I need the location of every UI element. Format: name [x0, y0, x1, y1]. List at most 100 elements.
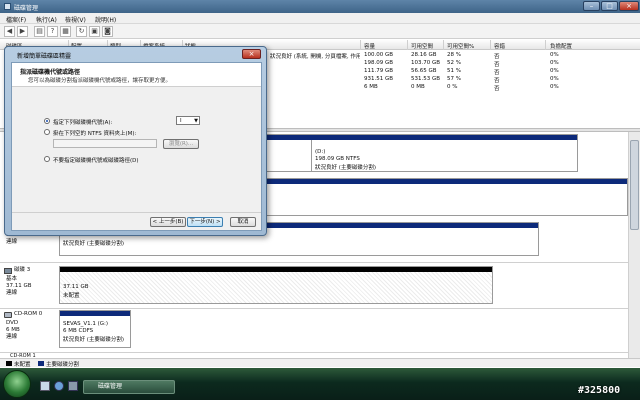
row-pct: 0 %: [447, 84, 458, 90]
row-overhead: 0%: [550, 52, 559, 58]
row-overhead: 0%: [550, 68, 559, 74]
assign-letter-radio[interactable]: [44, 118, 50, 124]
cdrom-icon: [4, 312, 12, 318]
cdrom0-vol-name: SEVAS_V1.1 (G:): [63, 321, 109, 327]
disk3-unallocated[interactable]: 37.11 GB 未配置: [59, 266, 493, 304]
cancel-button[interactable]: 取消: [230, 217, 256, 227]
legend-primary: 主要磁碟分割: [46, 362, 80, 368]
mount-folder-label[interactable]: 掛在下列空的 NTFS 資料夾上(M):: [53, 129, 136, 137]
col-overhead[interactable]: 負擔配置: [550, 42, 572, 50]
legend-bar: 未配置 主要磁碟分割: [0, 358, 640, 368]
row-free: 0 MB: [411, 84, 425, 90]
no-letter-radio[interactable]: [44, 156, 50, 162]
close-button[interactable]: ×: [619, 1, 639, 11]
row-free: 103.70 GB: [411, 60, 441, 66]
taskbar-item-disk-management[interactable]: 磁碟管理: [83, 380, 175, 394]
row-overhead: 0%: [550, 84, 559, 90]
new-simple-volume-wizard: 新增簡單磁碟區精靈 × 指派磁碟機代號或路徑 您可以為磁碟分割指派磁碟機代號或路…: [4, 46, 267, 236]
rescan-icon[interactable]: ▣: [89, 26, 100, 37]
disk2-part-status: 狀況良好 (主要磁碟分割): [63, 241, 125, 247]
next-button[interactable]: 下一步(N) >: [187, 217, 223, 227]
cdrom0-type: DVD: [6, 320, 19, 326]
taskbar-item-label: 磁碟管理: [98, 383, 123, 390]
browse-button[interactable]: 瀏覽(R)...: [163, 139, 199, 149]
disk-icon: [4, 268, 12, 274]
row-free: 531.53 GB: [411, 76, 441, 82]
ie-icon[interactable]: [54, 381, 64, 391]
refresh-icon[interactable]: ↻: [76, 26, 87, 37]
window-titlebar: 磁碟管理 – □ ×: [0, 0, 640, 13]
dialog-subheading: 您可以為磁碟分割指派磁碟機代號或路徑，讓存取更方便。: [28, 78, 172, 84]
cdrom0-label: DVD 6 MB 連線: [6, 320, 56, 341]
console-tree-icon[interactable]: ▤: [34, 26, 45, 37]
row-pct: 57 %: [447, 76, 461, 82]
show-desktop-icon[interactable]: [40, 381, 50, 391]
row-capacity: 198.09 GB: [364, 60, 394, 66]
help-icon[interactable]: ?: [47, 26, 58, 37]
disk3-type: 基本: [6, 276, 18, 282]
forward-icon[interactable]: ▶: [17, 26, 28, 37]
cdrom0-vol-size: 6 MB CDFS: [63, 328, 94, 334]
disk3-size: 37.11 GB: [6, 283, 32, 289]
partition-d-size: 198.09 GB NTFS: [315, 156, 360, 162]
minimize-button[interactable]: –: [583, 1, 600, 11]
row-overhead: 0%: [550, 76, 559, 82]
chevron-down-icon: ▼: [194, 118, 198, 124]
dialog-heading: 指派磁碟機代號或路徑: [20, 69, 81, 76]
drive-letter-value: I: [180, 118, 182, 124]
legend-primary-swatch: [38, 361, 44, 366]
back-icon[interactable]: ◀: [4, 26, 15, 37]
menu-view[interactable]: 檢視(V): [65, 15, 86, 24]
start-button[interactable]: [3, 370, 31, 398]
legend-unallocated: 未配置: [14, 362, 31, 368]
col-fault-tolerance[interactable]: 容錯: [494, 42, 505, 50]
menu-help[interactable]: 說明(H): [95, 15, 116, 24]
menu-file[interactable]: 檔案(F): [6, 15, 26, 24]
cdrom0-size: 6 MB: [6, 327, 20, 333]
disk3-name[interactable]: 磁碟 3: [14, 267, 64, 274]
cdrom0-vol-status: 狀況良好 (主要磁碟分割): [63, 337, 125, 343]
properties-icon[interactable]: ▦: [60, 26, 71, 37]
row-capacity: 100.00 GB: [364, 52, 394, 58]
menu-bar: 檔案(F) 執行(A) 檢視(V) 說明(H): [0, 13, 640, 24]
partition-d[interactable]: (D:) 198.09 GB NTFS 狀況良好 (主要磁碟分割): [311, 140, 577, 171]
dialog-body: 指派磁碟機代號或路徑 您可以為磁碟分割指派磁碟機代號或路徑，讓存取更方便。 指定…: [11, 62, 262, 231]
disk3-part-size: 37.11 GB: [63, 284, 89, 290]
no-letter-label[interactable]: 不要指定磁碟機代號或磁碟路徑(D): [53, 156, 139, 164]
mount-folder-radio[interactable]: [44, 129, 50, 135]
toolbar: ◀ ▶ ▤ ? ▦ ↻ ▣ ◙: [0, 24, 640, 39]
switch-windows-icon[interactable]: [68, 381, 78, 391]
partition-d-status: 狀況良好 (主要磁碟分割): [315, 165, 377, 171]
disk3-part-status: 未配置: [63, 293, 80, 299]
disk2-state: 連線: [6, 239, 18, 245]
partition-d-name: (D:): [315, 149, 326, 155]
row-pct: 51 %: [447, 68, 461, 74]
row-free: 56.65 GB: [411, 68, 437, 74]
col-free-pct[interactable]: 可用空間%: [447, 42, 474, 50]
mount-folder-path-input[interactable]: [53, 139, 157, 148]
legend-unallocated-swatch: [6, 361, 12, 366]
scrollbar-thumb[interactable]: [630, 140, 639, 230]
menu-action[interactable]: 執行(A): [36, 15, 57, 24]
dialog-close-button[interactable]: ×: [242, 49, 261, 59]
disk3-state: 連線: [6, 290, 18, 296]
col-capacity[interactable]: 容量: [364, 42, 375, 50]
row-capacity: 6 MB: [364, 84, 378, 90]
cdrom0-name[interactable]: CD-ROM 0: [14, 311, 64, 318]
assign-letter-label[interactable]: 指定下列磁碟機代號(A):: [53, 118, 112, 126]
cdrom0-state: 連線: [6, 334, 18, 340]
back-button[interactable]: < 上一步(B): [150, 217, 186, 227]
row-fault-tolerance: 否: [494, 86, 500, 92]
col-free-space[interactable]: 可用空間: [411, 42, 433, 50]
dialog-title: 新增簡單磁碟區精靈: [17, 53, 72, 60]
row-free: 28.16 GB: [411, 52, 437, 58]
disk3-label: 基本 37.11 GB 連線: [6, 276, 56, 297]
row-capacity: 111.79 GB: [364, 68, 394, 74]
drive-letter-select[interactable]: I ▼: [176, 116, 200, 125]
disk-icon[interactable]: ◙: [102, 26, 113, 37]
watermark: #325800: [578, 385, 621, 396]
dialog-header-panel: 指派磁碟機代號或路徑 您可以為磁碟分割指派磁碟機代號或路徑，讓存取更方便。: [12, 63, 261, 87]
maximize-button[interactable]: □: [601, 1, 618, 11]
cdrom0-volume[interactable]: SEVAS_V1.1 (G:) 6 MB CDFS 狀況良好 (主要磁碟分割): [59, 310, 131, 348]
vertical-scrollbar[interactable]: [628, 132, 640, 358]
